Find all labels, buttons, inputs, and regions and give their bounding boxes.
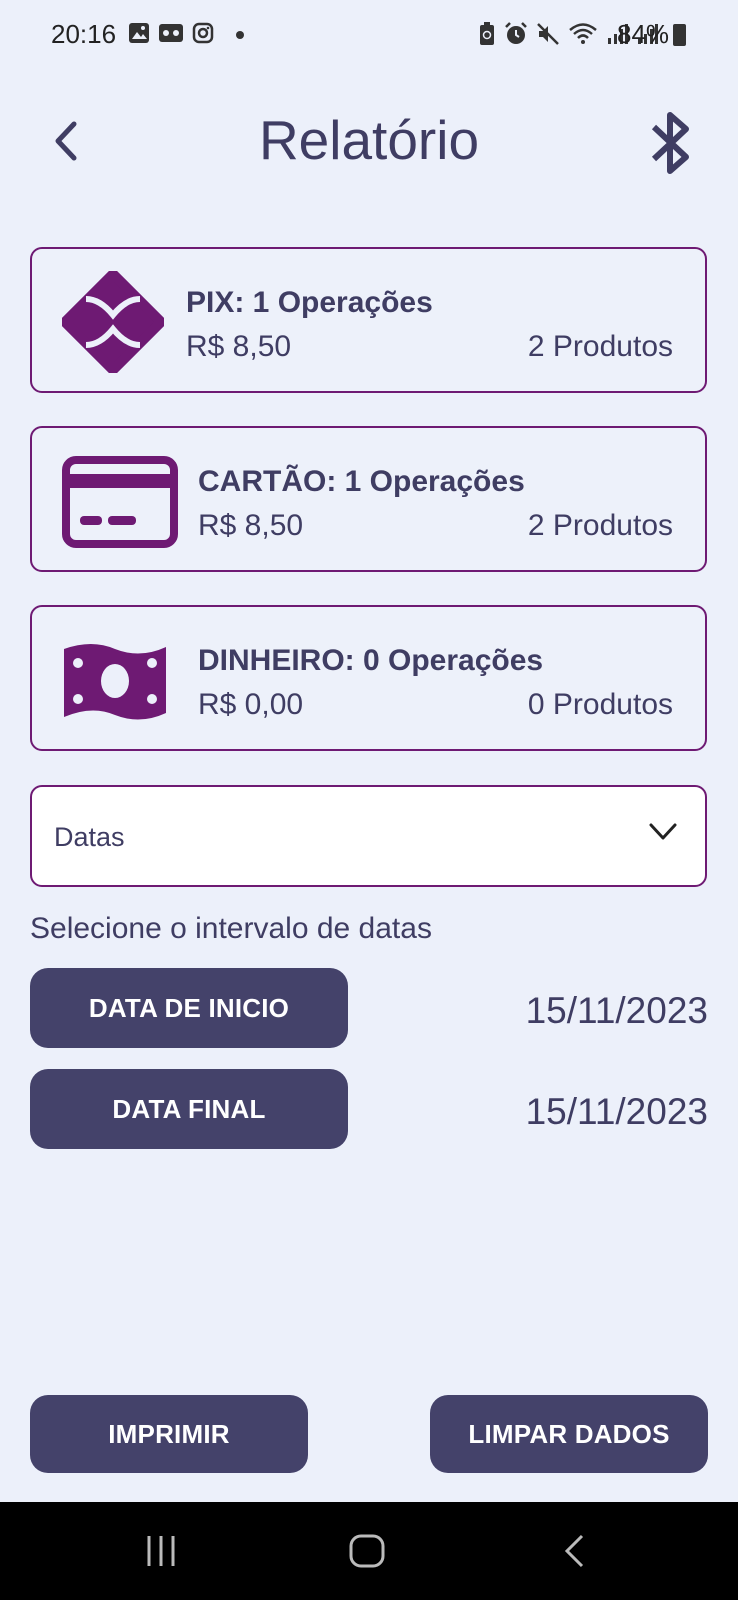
cash-title: DINHEIRO: 0 Operações	[198, 644, 544, 677]
gallery-icon	[129, 23, 149, 43]
pix-products: 2 Produtos	[527, 330, 673, 363]
bluetooth-button[interactable]	[646, 108, 696, 178]
pix-icon	[62, 271, 164, 373]
mute-icon	[537, 23, 559, 45]
chevron-down-icon	[649, 823, 677, 840]
battery-saver-icon	[480, 22, 494, 45]
status-time: 20:16	[51, 19, 117, 49]
print-button[interactable]: IMPRIMIR	[30, 1395, 308, 1473]
voicemail-icon	[159, 24, 183, 42]
end-date-button[interactable]: DATA FINAL	[30, 1069, 348, 1149]
cash-amount: R$ 0,00	[198, 688, 304, 721]
status-bar: 20:16 84%	[0, 0, 738, 70]
bluetooth-icon	[651, 112, 689, 174]
system-nav-bar	[0, 1502, 738, 1600]
wifi-icon	[569, 23, 597, 44]
date-range-label: Selecione o intervalo de datas	[30, 912, 432, 945]
recent-apps-icon[interactable]	[144, 1534, 178, 1568]
battery-icon	[673, 24, 686, 46]
cash-card[interactable]: DINHEIRO: 0 Operações R$ 0,00 0 Produtos	[30, 605, 707, 751]
end-date-value: 15/11/2023	[525, 1091, 708, 1132]
card-title: CARTÃO: 1 Operações	[198, 465, 525, 498]
card-amount: R$ 8,50	[198, 509, 304, 542]
cash-products: 0 Produtos	[527, 688, 673, 721]
pix-title: PIX: 1 Operações	[186, 286, 433, 319]
card-products: 2 Produtos	[527, 509, 673, 542]
cash-icon	[64, 644, 166, 720]
credit-card-icon	[62, 456, 178, 548]
status-left-icons	[128, 22, 214, 44]
notification-dot	[236, 31, 244, 39]
alarm-icon	[505, 22, 527, 44]
page-title: Relatório	[258, 109, 480, 171]
pix-amount: R$ 8,50	[186, 330, 292, 363]
home-icon[interactable]	[349, 1534, 385, 1568]
date-dropdown[interactable]: Datas	[30, 785, 707, 887]
instagram-icon	[192, 22, 214, 44]
dropdown-value: Datas	[54, 822, 125, 852]
clear-data-button[interactable]: LIMPAR DADOS	[430, 1395, 708, 1473]
start-date-button[interactable]: DATA DE INICIO	[30, 968, 348, 1048]
start-date-value: 15/11/2023	[525, 990, 708, 1031]
nav-back-icon[interactable]	[562, 1534, 586, 1568]
pix-card[interactable]: PIX: 1 Operações R$ 8,50 2 Produtos	[30, 247, 707, 393]
card-card[interactable]: CARTÃO: 1 Operações R$ 8,50 2 Produtos	[30, 426, 707, 572]
battery-percent: 84%	[617, 19, 670, 49]
